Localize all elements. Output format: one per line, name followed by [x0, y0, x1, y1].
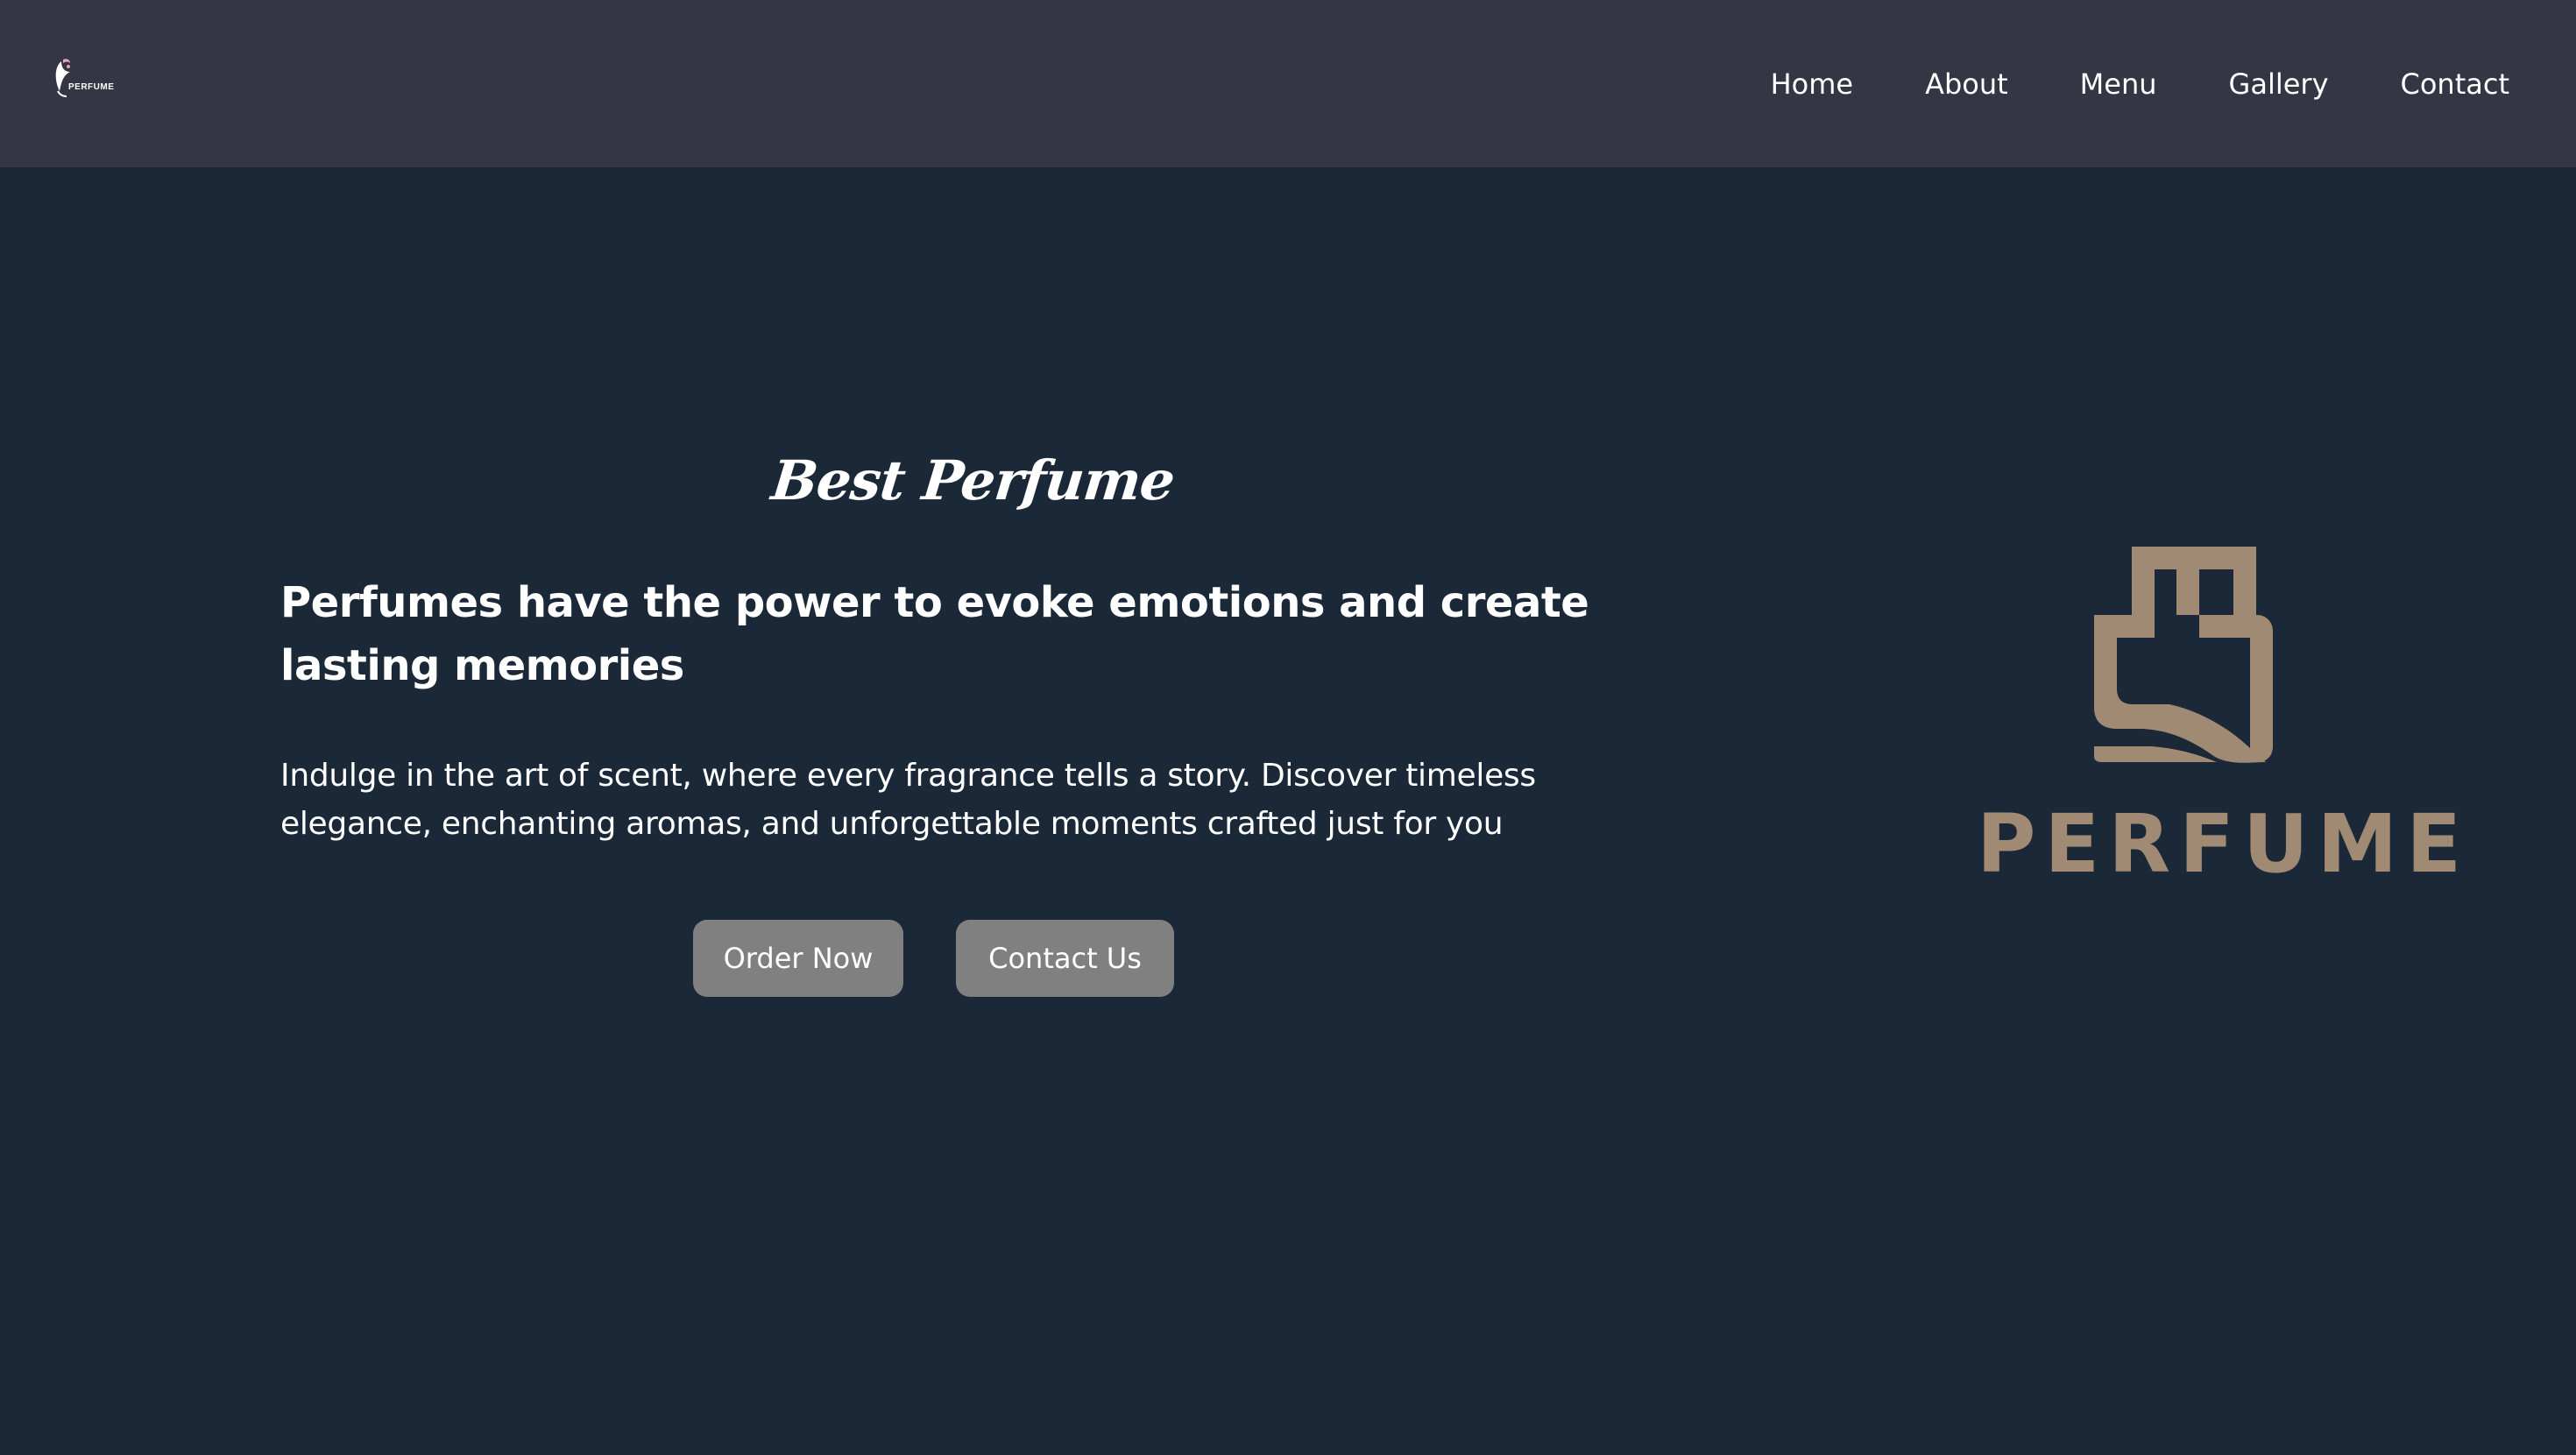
nav-link-about[interactable]: About	[1925, 67, 2008, 101]
hero-script-title: Best Perfume	[768, 449, 1178, 512]
nav-link-contact[interactable]: Contact	[2401, 67, 2510, 101]
nav-link-menu[interactable]: Menu	[2080, 67, 2157, 101]
hero-heading: Perfumes have the power to evoke emotion…	[280, 578, 1589, 690]
hero-description: Indulge in the art of scent, where every…	[280, 758, 1536, 842]
nav-link-gallery[interactable]: Gallery	[2229, 67, 2329, 101]
navbar: PERFUME Home About Menu Gallery Contact	[0, 0, 2576, 167]
brand-logo-text: PERFUME	[1977, 797, 2471, 891]
nav-link-home[interactable]: Home	[1771, 67, 1854, 101]
perfume-bottle-icon	[2094, 547, 2273, 763]
site-logo[interactable]	[51, 56, 107, 100]
site-logo-text: PERFUME	[68, 82, 115, 92]
contact-us-button[interactable]: Contact Us	[956, 920, 1174, 997]
main-nav: Home About Menu Gallery Contact	[1771, 63, 2509, 105]
perfume-swirl-icon	[55, 59, 70, 97]
order-now-button[interactable]: Order Now	[693, 920, 903, 997]
